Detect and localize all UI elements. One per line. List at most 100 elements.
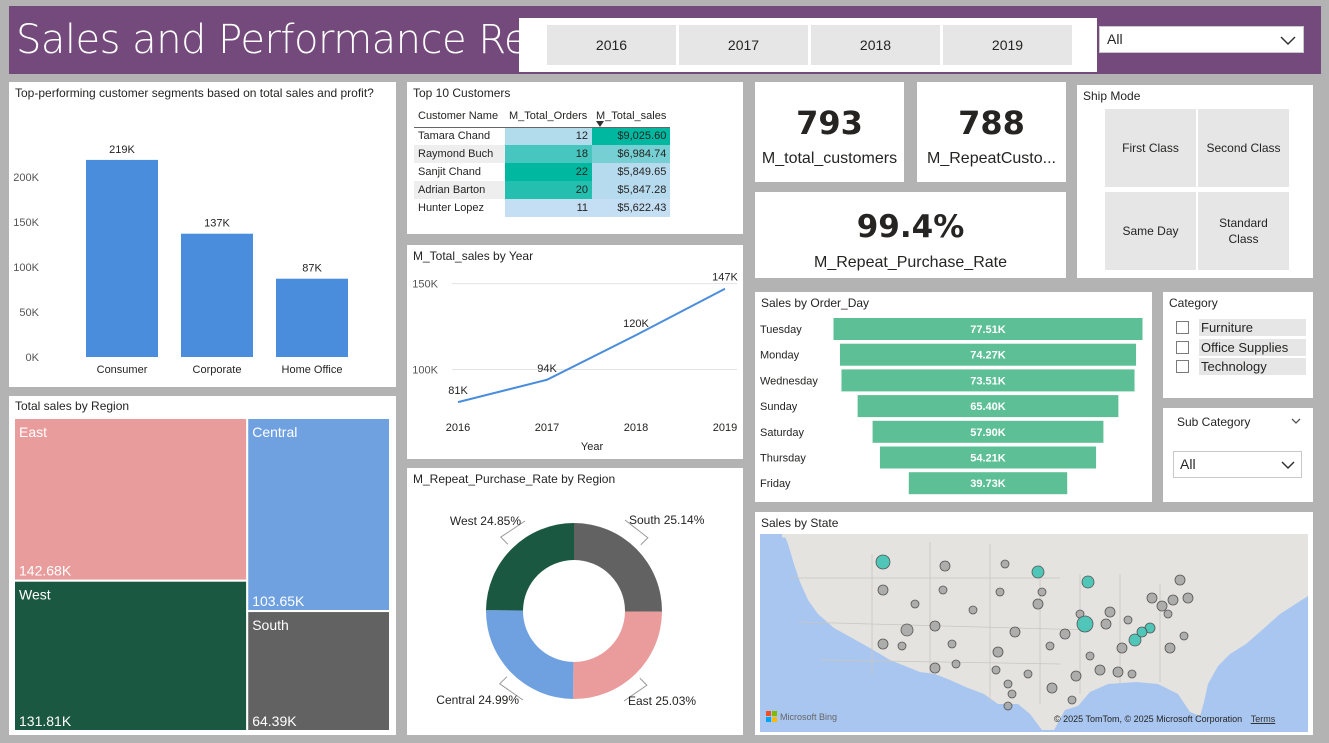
map-terms-link[interactable]: Terms [1251,714,1276,724]
ship-mode-first-class[interactable]: First Class [1105,109,1196,187]
table-row[interactable]: Tamara Chand 12 $9,025.60 [414,127,671,145]
segments-bar-chart: 0K 50K 100K 150K 200K 219K Consumer 137K Corpora… [13,144,348,376]
column-header-total-sales[interactable]: M_Total_sales [592,105,671,128]
map-bubble[interactable] [1007,689,1017,699]
table-row[interactable]: Adrian Barton 20 $5,847.28 [414,181,671,199]
chevron-down-icon[interactable] [1289,414,1303,428]
column-header-total-orders[interactable]: M_Total_Orders [505,105,592,128]
kpi-total-customers-card: 793 M_total_customers [755,82,904,182]
map-bubble[interactable] [1100,618,1112,630]
donut-slice-central[interactable] [486,610,574,699]
map-bubble[interactable] [1003,679,1013,689]
map-bubble[interactable] [1182,592,1194,604]
map-bubble[interactable] [1136,626,1148,638]
table-row[interactable]: Sanjit Chand 22 $5,849.65 [414,163,671,181]
year-button-2017[interactable]: 2017 [679,25,808,65]
map-bubble[interactable] [1146,592,1158,604]
map-bubble[interactable] [1156,600,1168,612]
bar-consumer[interactable] [86,159,158,357]
state-map-title: Sales by State [761,516,839,530]
map-bubble[interactable] [877,584,889,596]
map-bubble[interactable] [995,587,1005,597]
sales-line[interactable] [457,287,726,404]
map-bubble[interactable] [947,639,957,649]
map-bubble[interactable] [1023,669,1033,679]
map-bubble[interactable] [1059,628,1071,640]
map-bubble[interactable] [1032,598,1044,610]
map-bubble[interactable] [1003,701,1013,711]
map-bubble[interactable] [1070,670,1082,682]
map-bubble[interactable] [1112,666,1124,678]
map-bubble[interactable] [1094,664,1106,676]
checkbox[interactable] [1176,341,1189,354]
donut-slice-south[interactable] [574,523,662,612]
year-button-2018[interactable]: 2018 [811,25,940,65]
map-bubble[interactable] [1009,626,1021,638]
funnel-data-label: 65.40K [970,401,1006,413]
donut-slice-east[interactable] [573,611,662,699]
x-tick-label: Home Office [282,364,343,376]
map-bubble[interactable] [1163,609,1173,619]
ship-mode-second-class[interactable]: Second Class [1198,109,1289,187]
map-bubble[interactable] [1127,669,1137,679]
sub-category-dropdown[interactable]: All [1173,451,1302,478]
map-bubble[interactable] [900,623,914,637]
map-bubble[interactable] [939,560,951,572]
top-customers-table: Customer Name M_Total_Orders M_Total_sal… [414,105,671,217]
y-tick-label: 100K [13,262,39,274]
map-bubble[interactable] [1167,594,1179,606]
treemap-tile-west[interactable] [13,579,249,732]
map-bubble[interactable] [875,554,891,570]
map-bubble[interactable] [992,646,1004,658]
map-bubble[interactable] [1104,606,1116,618]
region-dropdown[interactable]: All [1099,26,1304,53]
map-bubble[interactable] [897,641,907,651]
ship-mode-standard-class[interactable]: Standard Class [1198,192,1289,270]
map-bubble[interactable] [1076,615,1094,633]
map-bubble[interactable] [968,605,978,615]
ship-mode-same-day[interactable]: Same Day [1105,192,1196,270]
map-bubble[interactable] [1037,587,1047,597]
total-orders-cell: 11 [505,199,592,217]
checkbox[interactable] [1176,360,1189,373]
map-bubble[interactable] [929,662,941,674]
map-bubble[interactable] [877,638,889,650]
sub-category-slicer-panel: Sub Category All [1163,408,1313,502]
checkbox[interactable] [1176,321,1189,334]
donut-slice-west[interactable] [486,523,574,611]
category-option-office-supplies[interactable]: Office Supplies [1176,339,1306,356]
category-option-technology[interactable]: Technology [1176,358,1306,375]
map-bubble[interactable] [1046,682,1058,694]
category-option-furniture[interactable]: Furniture [1176,319,1306,336]
bar-data-label: 219K [109,144,135,156]
year-button-2019[interactable]: 2019 [943,25,1072,65]
column-header-customer-name[interactable]: Customer Name [414,105,505,128]
table-row[interactable]: Hunter Lopez 11 $5,622.43 [414,199,671,217]
sales-by-state-map[interactable] [760,534,1308,732]
map-bubble[interactable] [1081,575,1095,589]
map-bubble[interactable] [938,585,948,595]
map-bubble[interactable] [1031,565,1045,579]
total-sales-cell: $5,849.65 [592,163,671,181]
map-bubble[interactable] [1116,642,1128,654]
year-button-2016[interactable]: 2016 [547,25,676,65]
map-bubble[interactable] [1000,559,1010,569]
map-bubble[interactable] [991,665,1001,675]
treemap-tile-east[interactable] [13,417,249,582]
table-row[interactable]: Raymond Buch 18 $6,984.74 [414,145,671,163]
map-bubble[interactable] [1067,695,1077,705]
repeat-rate-donut-chart: South 25.14% East 25.03% Central 24.99% Wes… [436,513,704,708]
map-bubble[interactable] [1123,615,1133,625]
map-bubble[interactable] [1164,642,1176,654]
map-bubble[interactable] [929,620,941,632]
map-bubble[interactable] [910,599,920,609]
map-bubble[interactable] [1179,631,1189,641]
map-bubble[interactable] [1085,651,1095,661]
bar-home-office[interactable] [276,278,348,357]
map-bubble[interactable] [951,659,961,669]
map-bubble[interactable] [1174,574,1186,586]
treemap-tile-central[interactable] [246,417,391,613]
map-bubble[interactable] [1045,641,1055,651]
bar-corporate[interactable] [181,233,253,357]
state-map-panel: Sales by State Microsoft Bing © 2025 Tom… [755,512,1313,735]
